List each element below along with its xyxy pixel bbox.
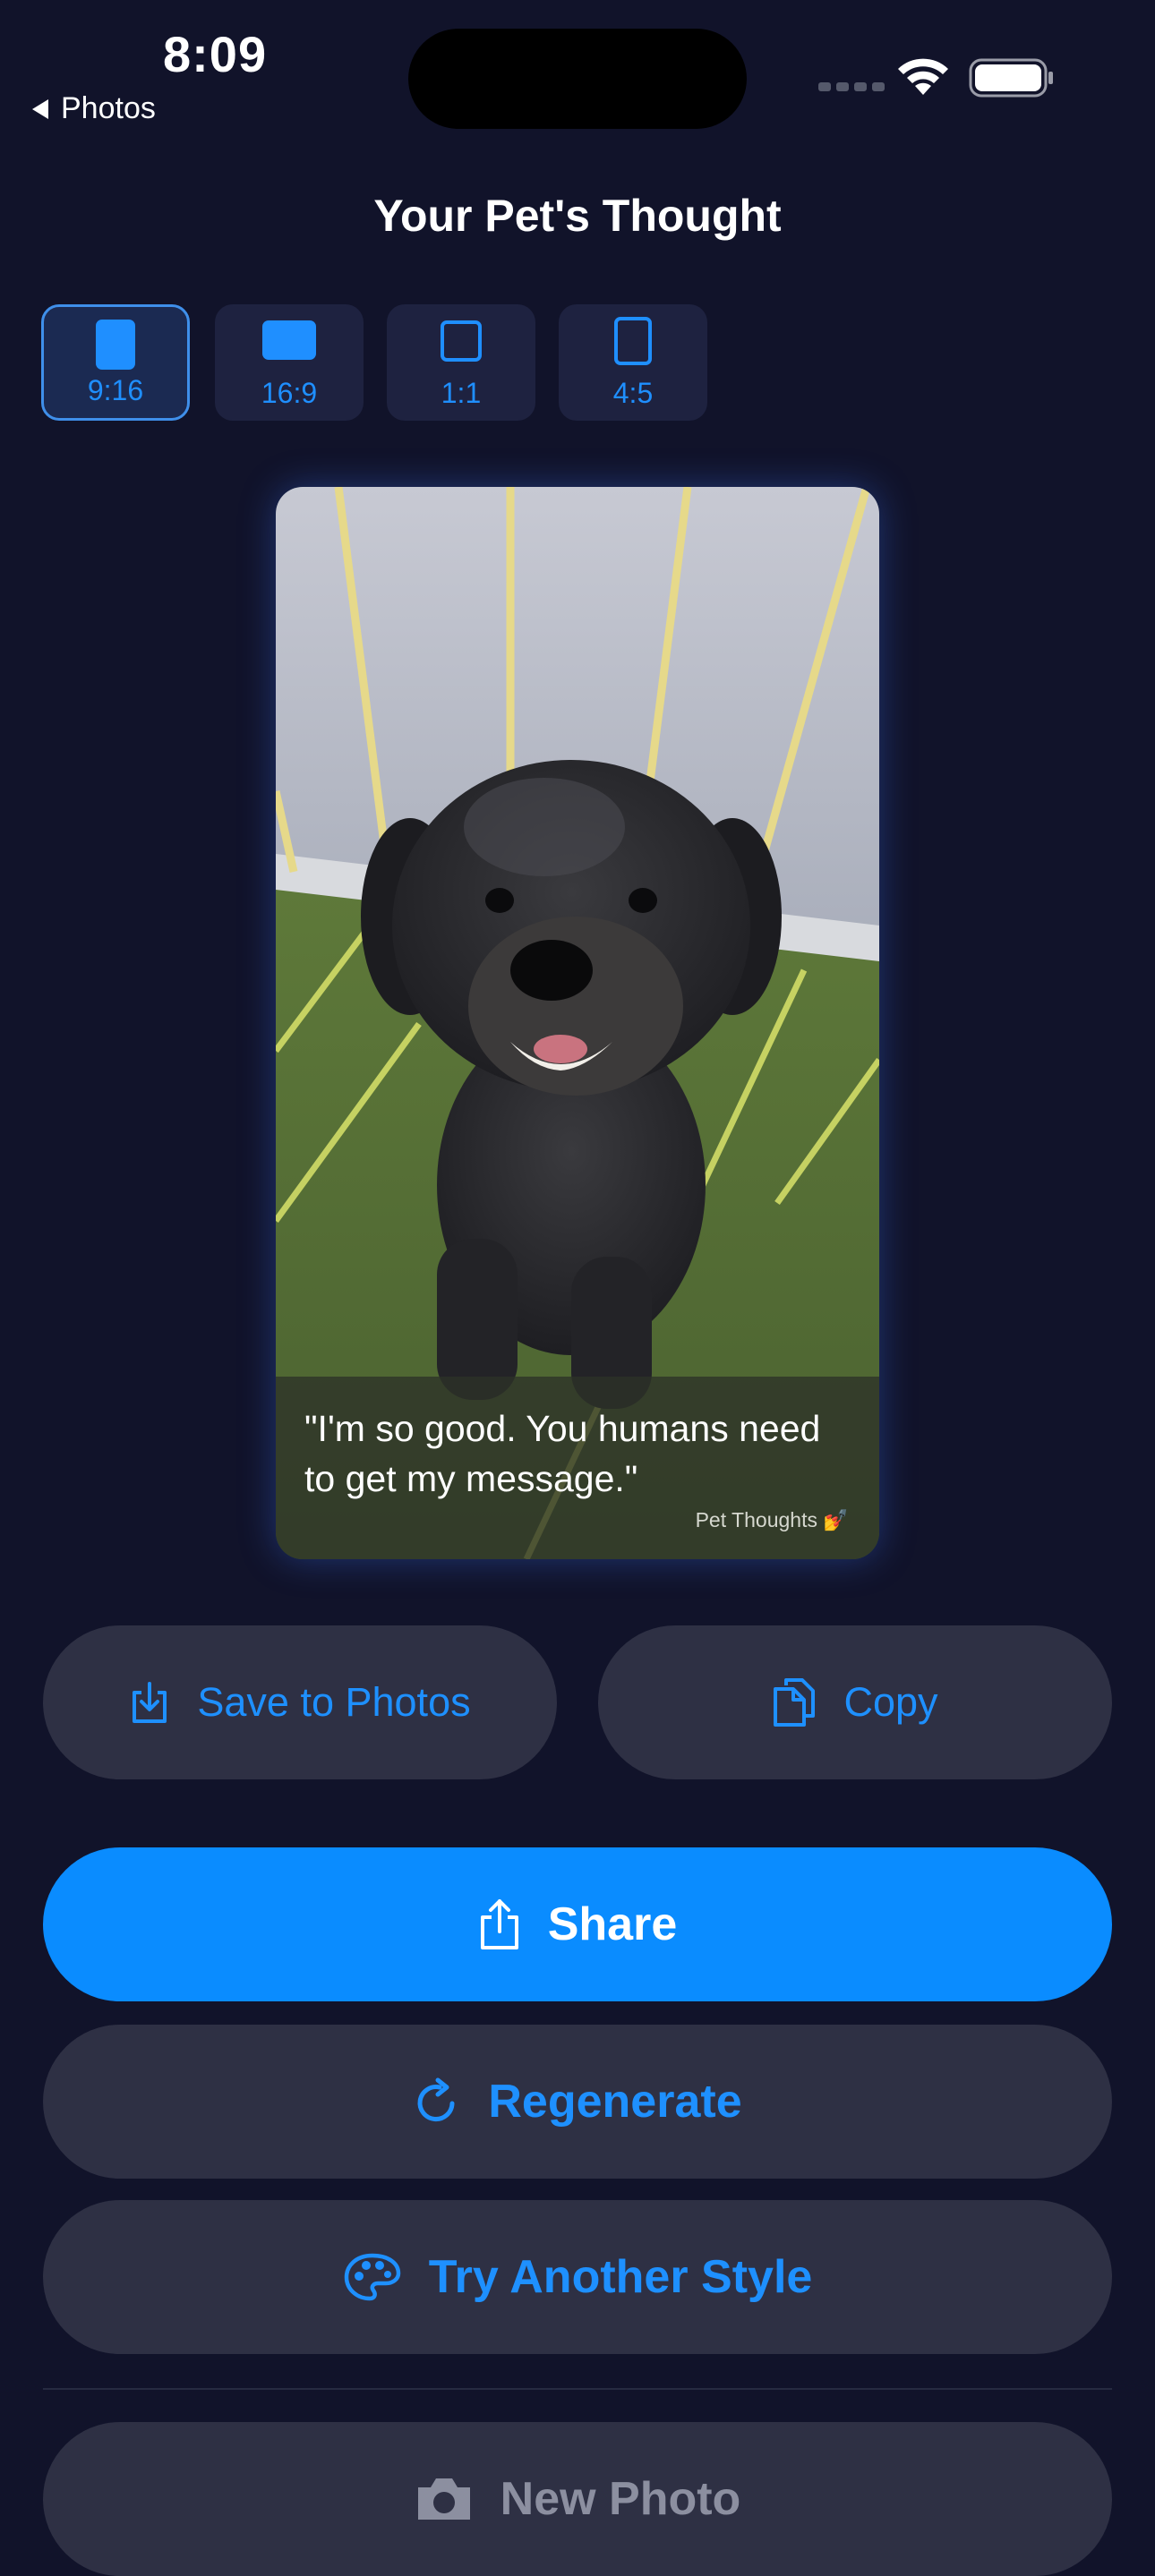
ratio-label: 4:5 bbox=[612, 377, 654, 409]
cellular-signal-icon bbox=[818, 82, 885, 91]
save-to-photos-button[interactable]: Save to Photos bbox=[43, 1625, 557, 1779]
ratio-option-16-9[interactable]: 16:9 bbox=[215, 304, 364, 421]
save-label: Save to Photos bbox=[197, 1679, 471, 1725]
download-to-tray-icon bbox=[129, 1680, 170, 1725]
square-outline-icon bbox=[441, 320, 482, 362]
landscape-filled-icon bbox=[262, 320, 316, 360]
share-label: Share bbox=[547, 1898, 678, 1950]
pet-thought-caption: "I'm so good. You humans need to get my … bbox=[304, 1408, 821, 1499]
status-time: 8:09 bbox=[163, 26, 268, 82]
style-label: Try Another Style bbox=[428, 2251, 813, 2303]
brand-watermark: Pet Thoughts 💅 bbox=[696, 1508, 849, 1532]
nail-polish-icon: 💅 bbox=[823, 1508, 849, 1531]
share-icon bbox=[478, 1898, 521, 1951]
new-photo-label: New Photo bbox=[500, 2473, 741, 2525]
brand-label: Pet Thoughts bbox=[695, 1508, 817, 1531]
back-to-photos-link[interactable]: Photos bbox=[32, 91, 156, 126]
regenerate-label: Regenerate bbox=[488, 2076, 742, 2128]
share-button[interactable]: Share bbox=[43, 1847, 1112, 2001]
divider bbox=[43, 2388, 1112, 2390]
camera-icon bbox=[415, 2475, 474, 2523]
refresh-icon bbox=[413, 2077, 461, 2127]
portrait-outline-icon bbox=[614, 317, 652, 365]
copy-document-icon bbox=[772, 1676, 817, 1728]
wifi-icon bbox=[898, 58, 948, 95]
page-title: Your Pet's Thought bbox=[373, 191, 782, 241]
portrait-filled-icon bbox=[96, 320, 135, 370]
preview-card: "I'm so good. You humans need to get my … bbox=[276, 487, 879, 1559]
ratio-label: 1:1 bbox=[441, 377, 482, 409]
dynamic-island bbox=[408, 29, 747, 129]
back-arrow-icon bbox=[32, 98, 48, 119]
regenerate-button[interactable]: Regenerate bbox=[43, 2025, 1112, 2179]
ratio-option-4-5[interactable]: 4:5 bbox=[559, 304, 707, 421]
ratio-option-1-1[interactable]: 1:1 bbox=[387, 304, 535, 421]
copy-button[interactable]: Copy bbox=[598, 1625, 1112, 1779]
palette-icon bbox=[343, 2252, 402, 2302]
copy-label: Copy bbox=[843, 1679, 938, 1725]
back-label: Photos bbox=[61, 91, 156, 125]
ratio-label: 9:16 bbox=[87, 374, 144, 406]
battery-icon bbox=[969, 58, 1053, 98]
caption-overlay: "I'm so good. You humans need to get my … bbox=[276, 1377, 879, 1559]
try-another-style-button[interactable]: Try Another Style bbox=[43, 2200, 1112, 2354]
ratio-label: 16:9 bbox=[261, 377, 318, 409]
ratio-option-9-16[interactable]: 9:16 bbox=[41, 304, 190, 421]
new-photo-button[interactable]: New Photo bbox=[43, 2422, 1112, 2576]
